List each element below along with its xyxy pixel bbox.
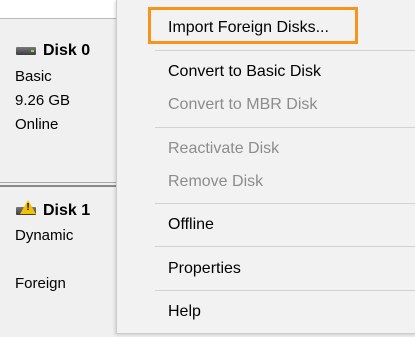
disk-drive-icon [15, 44, 37, 58]
menu-separator [155, 290, 415, 291]
menu-item-remove-disk[interactable]: Remove Disk [168, 171, 263, 193]
menu-separator [155, 246, 415, 247]
menu-separator [155, 127, 415, 128]
disk-0-size: 9.26 GB [15, 92, 71, 109]
disk-context-menu: Import Foreign Disks... Convert to Basic… [116, 0, 415, 334]
menu-separator [155, 203, 415, 204]
menu-item-help[interactable]: Help [168, 301, 201, 323]
disk-1-blank-line [15, 248, 130, 272]
disk-0-block[interactable]: Disk 0 Basic 9.26 GB Online [0, 19, 130, 183]
menu-item-reactivate-disk[interactable]: Reactivate Disk [168, 138, 279, 160]
disk-0-header: Disk 0 [15, 41, 130, 61]
disk-list-panel: Disk 0 Basic 9.26 GB Online ! Disk 1 Dyn… [0, 0, 130, 337]
disk-0-type: Basic [15, 68, 52, 85]
menu-item-offline[interactable]: Offline [168, 214, 214, 236]
menu-item-convert-to-basic-disk[interactable]: Convert to Basic Disk [168, 61, 321, 83]
disk-0-status: Online [15, 116, 59, 133]
menu-item-convert-to-mbr-disk[interactable]: Convert to MBR Disk [168, 94, 317, 116]
disk-1-name: Disk 1 [43, 202, 91, 219]
disk-1-block[interactable]: ! Disk 1 Dynamic Foreign [0, 185, 130, 337]
disk-list-top-strip [0, 0, 130, 19]
menu-item-properties[interactable]: Properties [168, 258, 241, 280]
disk-drive-warning-icon: ! [15, 200, 37, 218]
disk-1-type: Dynamic [15, 227, 74, 244]
disk-1-status: Foreign [15, 275, 66, 292]
disk-0-name: Disk 0 [43, 42, 91, 59]
import-foreign-disks-highlight [148, 7, 358, 44]
menu-separator [155, 50, 415, 51]
disk-1-header: ! Disk 1 [15, 200, 130, 221]
